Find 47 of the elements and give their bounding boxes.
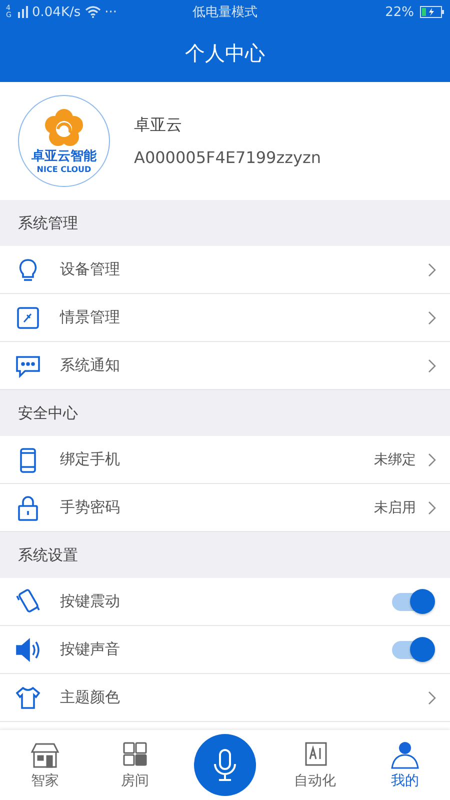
row-label: 手势密码 (60, 498, 120, 517)
network-speed: 0.04K/s (32, 4, 81, 20)
nav-tab[interactable]: 我的 (360, 740, 450, 790)
house-icon (30, 740, 60, 768)
chevron-icon (428, 310, 436, 324)
row-label: 主题颜色 (60, 688, 120, 707)
user-name: 卓亚云 (134, 115, 183, 136)
chevron-icon (428, 262, 436, 276)
row-value: 未启用 (374, 498, 416, 516)
microphone-icon (212, 748, 238, 782)
nav-tab[interactable]: 自动化 (270, 740, 360, 790)
battery-icon (420, 6, 444, 18)
speaker-icon (14, 636, 42, 664)
row-label: 按键声音 (60, 640, 120, 659)
row-label: 系统通知 (60, 356, 120, 375)
logo-subtext: NICE CLOUD (36, 164, 92, 174)
settings-row[interactable]: 设备管理 (0, 246, 450, 294)
chevron-icon (428, 452, 436, 466)
power-mode-label: 低电量模式 (192, 4, 258, 21)
section-title: 安全中心 (18, 404, 78, 422)
chevron-icon (428, 690, 436, 704)
row-label: 按键震动 (60, 592, 120, 611)
chevron-icon (428, 358, 436, 372)
row-label: 绑定手机 (60, 450, 120, 469)
cloud-logo-icon (44, 108, 84, 146)
battery-percent: 22% (385, 4, 414, 20)
nav-tab[interactable]: 智家 (0, 740, 90, 790)
settings-row[interactable]: 按键声音 (0, 626, 450, 674)
nav-tab[interactable]: 房间 (90, 740, 180, 790)
wifi-icon (84, 6, 101, 18)
logo-text: 卓亚云智能 (32, 148, 96, 164)
settings-row[interactable]: 按键震动 (0, 578, 450, 626)
vibrating-phone-icon (14, 588, 42, 616)
row-value: 未绑定 (374, 450, 416, 468)
chevron-icon (428, 500, 436, 514)
row-label: 情景管理 (60, 308, 120, 327)
page-title: 个人中心 (185, 40, 265, 66)
settings-row[interactable]: 情景管理 (0, 294, 450, 342)
more-indicator: ··· (104, 4, 118, 20)
account-id: A000005F4E7199zzyzn (134, 148, 322, 167)
section-title: 系统设置 (18, 546, 78, 564)
settings-row[interactable]: 主题颜色 (0, 674, 450, 722)
signal-icon (18, 6, 28, 18)
settings-row[interactable]: 绑定手机 未绑定 (0, 436, 450, 484)
row-label: 设备管理 (60, 260, 120, 279)
person-icon (390, 740, 420, 768)
section-title: 系统管理 (18, 214, 78, 232)
